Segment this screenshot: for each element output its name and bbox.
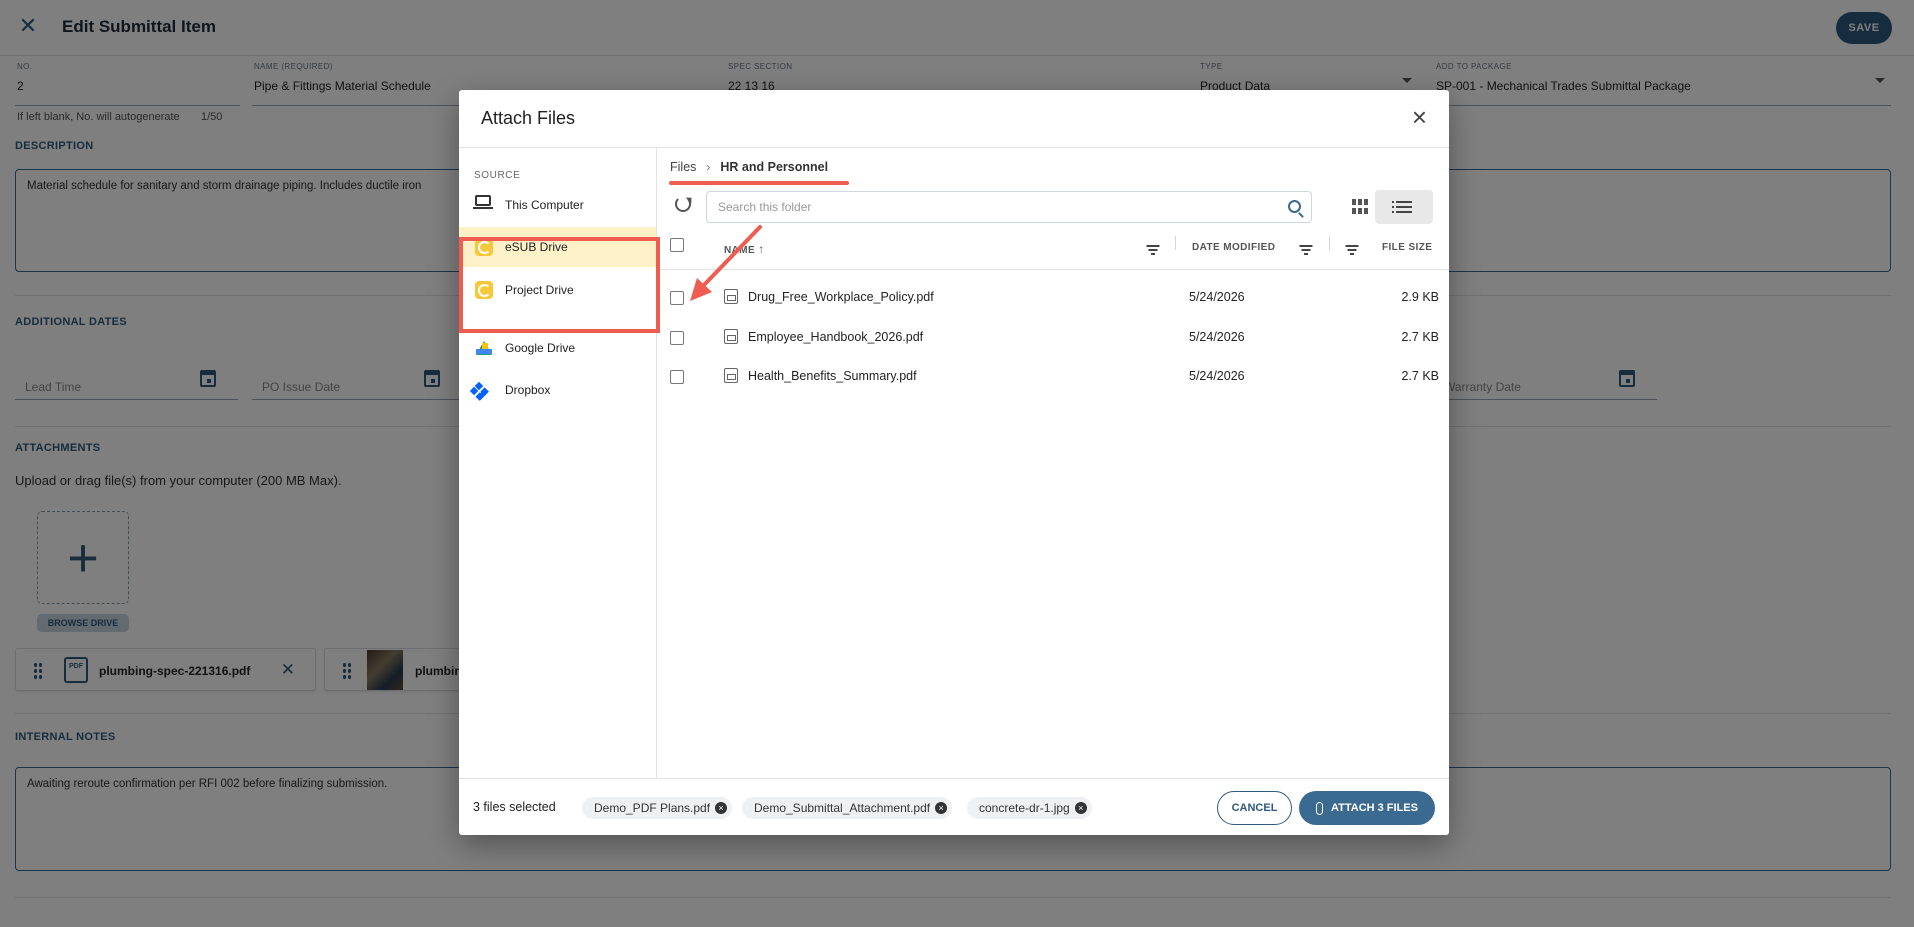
source-label-text: Google Drive xyxy=(505,341,576,355)
row-checkbox[interactable] xyxy=(670,291,684,305)
source-google-drive[interactable]: Google Drive xyxy=(459,328,656,368)
source-label: SOURCE xyxy=(474,170,521,181)
source-project-drive[interactable]: Project Drive xyxy=(459,270,656,310)
chip-label: Demo_Submittal_Attachment.pdf xyxy=(754,801,931,815)
chevron-right-icon: › xyxy=(706,160,711,174)
column-separator[interactable] xyxy=(1329,236,1330,250)
column-header-name[interactable]: NAME ↑ xyxy=(724,242,765,256)
close-icon[interactable]: × xyxy=(1412,104,1427,130)
remove-chip-icon[interactable]: × xyxy=(715,802,728,814)
refresh-icon[interactable] xyxy=(675,196,691,212)
source-esub-drive[interactable]: eSUB Drive xyxy=(459,227,656,267)
selected-file-chip: Demo_Submittal_Attachment.pdf × xyxy=(742,797,953,819)
pdf-file-icon xyxy=(724,368,738,383)
file-date: 5/24/2026 xyxy=(1189,369,1245,383)
source-label-text: eSUB Drive xyxy=(505,240,568,254)
filter-icon[interactable] xyxy=(1345,245,1358,255)
table-row[interactable]: Employee_Handbook_2026.pdf 5/24/2026 2.7… xyxy=(657,318,1449,358)
remove-chip-icon[interactable]: × xyxy=(935,802,948,814)
pdf-file-icon xyxy=(724,329,738,344)
list-view-icon xyxy=(1392,201,1412,203)
column-header-date[interactable]: DATE MODIFIED xyxy=(1192,242,1275,253)
file-browser: Files › HR and Personnel NAME ↑ DATE MOD… xyxy=(657,148,1449,778)
source-this-computer[interactable]: This Computer xyxy=(459,185,656,225)
dialog-footer: 3 files selected Demo_PDF Plans.pdf × Dem… xyxy=(459,778,1449,835)
file-date: 5/24/2026 xyxy=(1189,330,1245,344)
pdf-file-icon xyxy=(724,289,738,304)
dialog-header: Attach Files × xyxy=(459,90,1449,148)
breadcrumb-root[interactable]: Files xyxy=(670,160,696,174)
source-sidebar: SOURCE This Computer eSUB Drive Project … xyxy=(459,148,657,778)
paperclip-icon xyxy=(1316,801,1323,815)
row-checkbox[interactable] xyxy=(670,370,684,384)
selected-file-chip: Demo_PDF Plans.pdf × xyxy=(582,797,733,819)
cancel-button[interactable]: CANCEL xyxy=(1217,791,1292,825)
search-icon[interactable] xyxy=(1288,200,1301,213)
dialog-title: Attach Files xyxy=(481,108,576,128)
esub-icon xyxy=(475,238,493,256)
source-dropbox[interactable]: Dropbox xyxy=(459,370,656,410)
select-all-checkbox[interactable] xyxy=(670,238,684,252)
breadcrumb: Files › HR and Personnel xyxy=(670,160,828,174)
source-label-text: Project Drive xyxy=(505,283,574,297)
table-row[interactable]: Drug_Free_Workplace_Policy.pdf 5/24/2026… xyxy=(657,278,1449,318)
file-date: 5/24/2026 xyxy=(1189,290,1245,304)
column-header-size[interactable]: FILE SIZE xyxy=(1382,242,1432,253)
column-separator[interactable] xyxy=(1175,236,1176,250)
remove-chip-icon[interactable]: × xyxy=(1074,802,1087,814)
filter-icon[interactable] xyxy=(1146,245,1159,255)
source-label-text: Dropbox xyxy=(505,383,551,397)
list-view-button[interactable] xyxy=(1375,190,1433,224)
file-name: Health_Benefits_Summary.pdf xyxy=(748,369,917,383)
attach-files-dialog: Attach Files × SOURCE This Computer eSUB… xyxy=(459,90,1449,835)
breadcrumb-current: HR and Personnel xyxy=(720,160,829,174)
file-size: 2.7 KB xyxy=(1401,330,1439,344)
file-size: 2.7 KB xyxy=(1401,369,1439,383)
table-row[interactable]: Health_Benefits_Summary.pdf 5/24/2026 2.… xyxy=(657,357,1449,397)
grid-view-icon[interactable] xyxy=(1352,199,1368,215)
filter-icon[interactable] xyxy=(1299,245,1312,255)
google-drive-icon xyxy=(475,339,493,357)
chip-label: concrete-dr-1.jpg xyxy=(979,801,1070,815)
file-name: Employee_Handbook_2026.pdf xyxy=(748,330,924,344)
row-checkbox[interactable] xyxy=(670,331,684,345)
file-size: 2.9 KB xyxy=(1401,290,1439,304)
search-input[interactable] xyxy=(707,192,1311,222)
chip-label: Demo_PDF Plans.pdf xyxy=(594,801,711,815)
header-divider xyxy=(657,269,1449,270)
selected-file-chip: concrete-dr-1.jpg × xyxy=(967,797,1092,819)
search-field[interactable] xyxy=(706,191,1312,223)
source-label-text: This Computer xyxy=(505,198,584,212)
column-name-label: NAME xyxy=(724,245,756,256)
attach-label: ATTACH 3 FILES xyxy=(1331,802,1418,814)
dropbox-icon xyxy=(475,381,493,399)
laptop-icon xyxy=(473,195,493,214)
attach-files-button[interactable]: ATTACH 3 FILES xyxy=(1299,791,1435,825)
sort-ascending-icon[interactable]: ↑ xyxy=(758,242,764,256)
highlight-underline xyxy=(669,181,849,185)
esub-icon xyxy=(475,281,493,299)
file-name: Drug_Free_Workplace_Policy.pdf xyxy=(748,290,934,304)
selected-count: 3 files selected xyxy=(473,800,556,814)
